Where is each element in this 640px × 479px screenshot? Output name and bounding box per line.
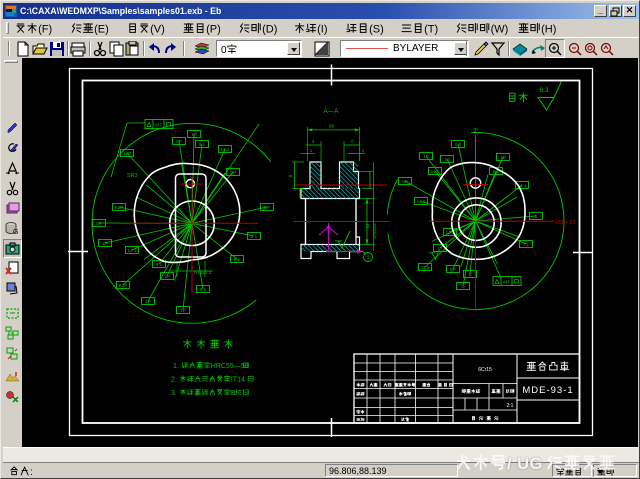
svg-text:0: 0 xyxy=(221,45,227,56)
svg-text:0.5: 0.5 xyxy=(455,142,462,147)
svg-text:2P: 2P xyxy=(164,274,170,279)
svg-text:1.: 1. xyxy=(173,363,179,370)
svg-text:14.2: 14.2 xyxy=(417,199,426,204)
svg-text:6Cr15: 6Cr15 xyxy=(478,367,492,373)
svg-text:58: 58 xyxy=(329,124,335,130)
svg-text:/ UG: / UG xyxy=(507,455,543,473)
svg-text:1P: 1P xyxy=(423,154,429,159)
svg-text:M7: M7 xyxy=(155,123,162,128)
svg-text:8P: 8P xyxy=(176,139,182,144)
svg-text:1: 1 xyxy=(362,148,365,153)
svg-text:(S): (S) xyxy=(369,24,384,36)
svg-text:11.5: 11.5 xyxy=(421,265,430,270)
svg-text:K1P: K1P xyxy=(115,205,124,210)
svg-text:8: 8 xyxy=(288,174,293,177)
svg-text:9.1: 9.1 xyxy=(199,142,206,147)
svg-text:12P: 12P xyxy=(123,151,131,156)
svg-text:S: S xyxy=(468,272,471,277)
svg-text:1P: 1P xyxy=(180,308,186,313)
svg-text:T.1: T.1 xyxy=(523,242,530,247)
svg-text:1: 1 xyxy=(310,148,313,153)
svg-text:14.1: 14.1 xyxy=(431,169,440,174)
svg-text:.: . xyxy=(448,383,449,388)
svg-text:DP: DP xyxy=(230,170,236,175)
svg-text:IT14: IT14 xyxy=(231,377,245,384)
svg-text:DP: DP xyxy=(264,205,270,210)
svg-text:U: U xyxy=(461,284,464,289)
svg-text:4: 4 xyxy=(312,139,315,145)
svg-text:0°: 0° xyxy=(474,128,479,134)
svg-text:(T): (T) xyxy=(424,24,438,36)
svg-text:(V): (V) xyxy=(150,24,165,36)
svg-text:14.1: 14.1 xyxy=(128,248,137,253)
svg-text:4-0.018: 4-0.018 xyxy=(372,223,377,239)
svg-text:A—A: A—A xyxy=(323,108,339,115)
svg-text:2.1: 2.1 xyxy=(251,234,258,239)
svg-text:1P: 1P xyxy=(145,299,151,304)
svg-text:G: G xyxy=(13,229,18,236)
svg-text:(D): (D) xyxy=(262,24,277,36)
svg-text:8P: 8P xyxy=(402,179,408,184)
svg-text:(W): (W) xyxy=(491,24,509,36)
svg-text:6.3: 6.3 xyxy=(540,87,549,94)
svg-text:SR3: SR3 xyxy=(127,173,138,179)
svg-text:1P: 1P xyxy=(500,155,506,160)
svg-text:(E): (E) xyxy=(94,24,109,36)
svg-text:2:1: 2:1 xyxy=(507,403,514,409)
svg-text:428°+.02: 428°+.02 xyxy=(555,220,575,226)
svg-text:HRC55—58: HRC55—58 xyxy=(211,363,249,370)
svg-text:K1P: K1P xyxy=(119,283,128,288)
svg-text::: : xyxy=(30,467,33,478)
svg-text:9.1: 9.1 xyxy=(156,262,163,267)
svg-text:(P): (P) xyxy=(206,24,221,36)
svg-text:B: B xyxy=(534,214,537,219)
svg-text:MDE-93-1: MDE-93-1 xyxy=(522,385,573,396)
svg-text:(H): (H) xyxy=(541,24,556,36)
svg-text:(F): (F) xyxy=(38,24,52,36)
svg-text:(I): (I) xyxy=(317,24,327,36)
svg-text:2.: 2. xyxy=(171,377,177,384)
svg-text:2P: 2P xyxy=(102,241,108,246)
svg-text:14.1: 14.1 xyxy=(221,147,230,152)
svg-text:1d: 1d xyxy=(444,157,450,162)
svg-text:7: 7 xyxy=(351,139,354,145)
svg-text:24: 24 xyxy=(365,223,370,229)
svg-text:8.1: 8.1 xyxy=(234,257,241,262)
svg-text:.: . xyxy=(442,383,443,388)
svg-text:8P: 8P xyxy=(96,221,102,226)
svg-text:M7: M7 xyxy=(503,280,510,285)
svg-text:B: B xyxy=(231,390,236,397)
svg-text:8P: 8P xyxy=(450,267,456,272)
svg-text:5.1: 5.1 xyxy=(200,287,207,292)
svg-text:3.: 3. xyxy=(171,390,177,397)
svg-text:1P: 1P xyxy=(191,132,197,137)
svg-text:1: 1 xyxy=(367,255,370,261)
